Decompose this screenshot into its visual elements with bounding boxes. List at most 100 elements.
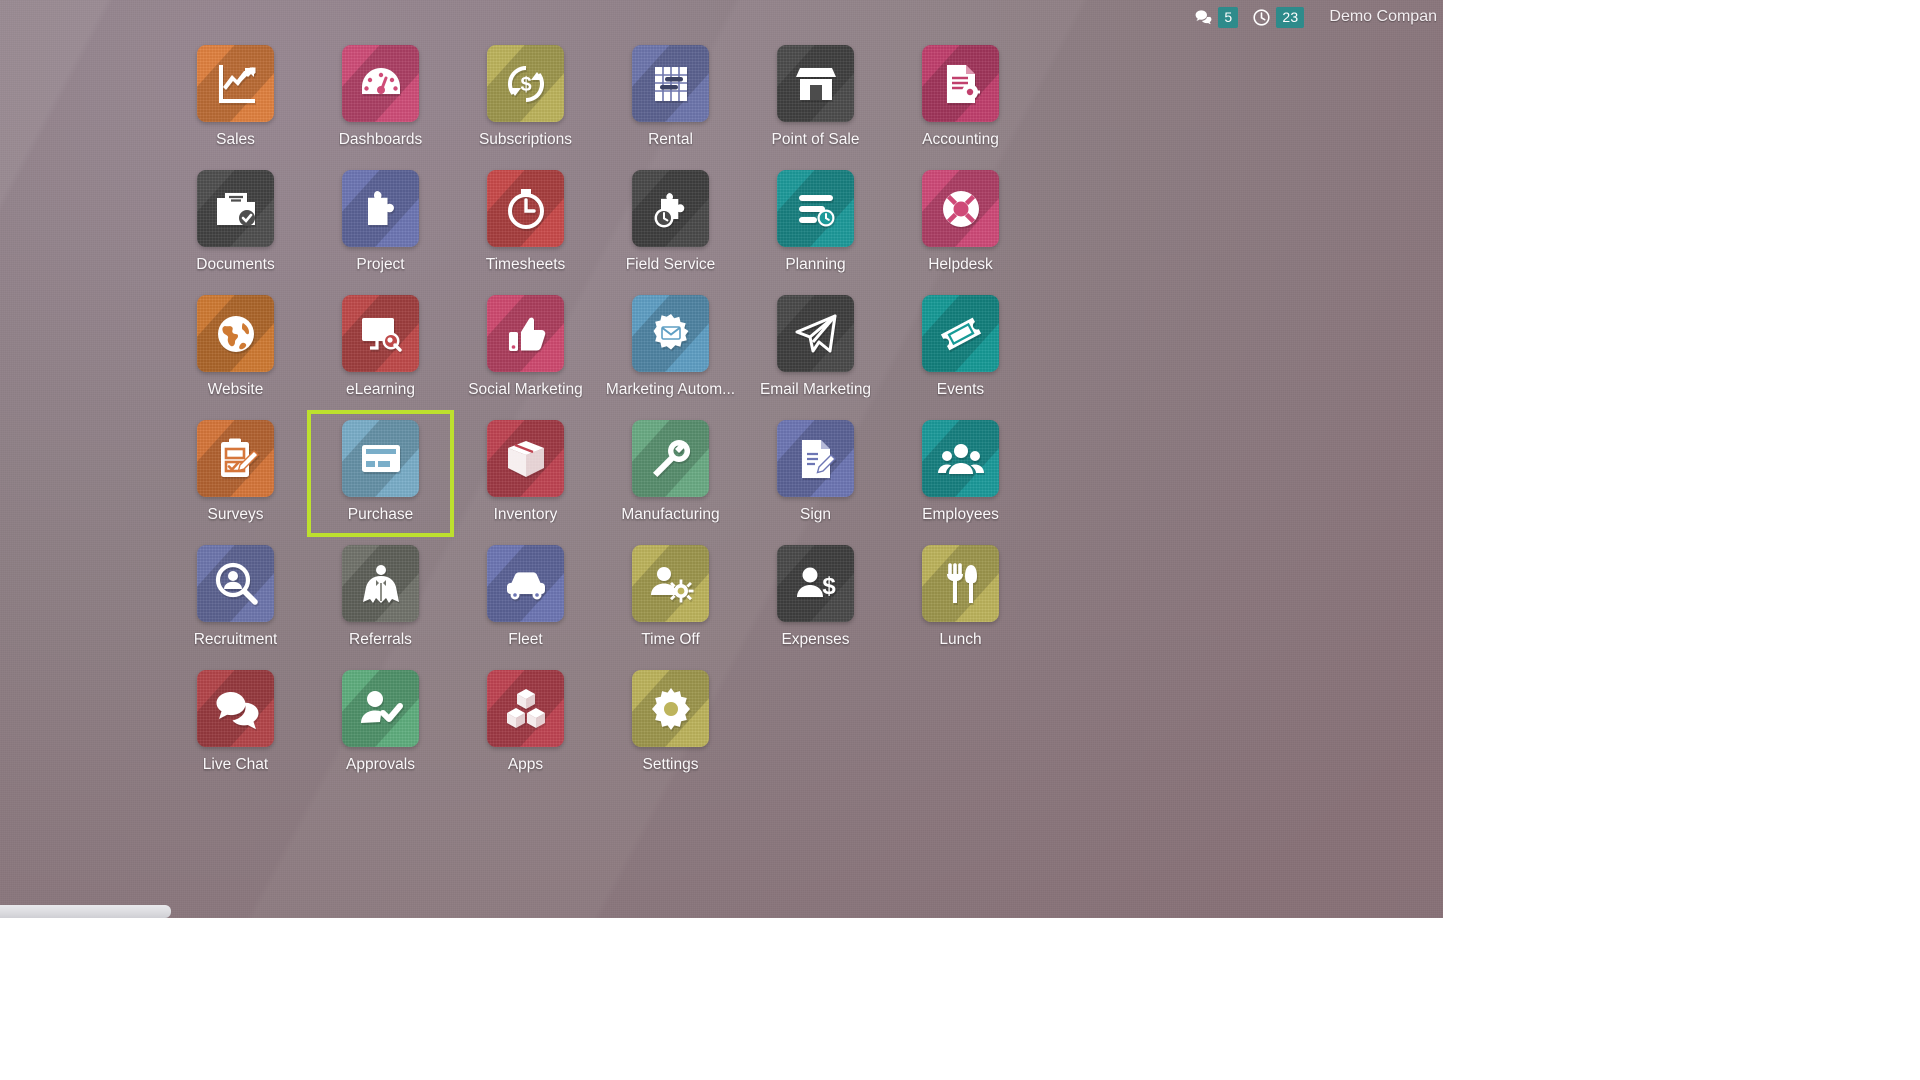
systray: 5 23 Demo Compan bbox=[1187, 0, 1443, 34]
app-label: Point of Sale bbox=[771, 131, 860, 148]
app-tile-subscriptions[interactable]: $ Subscriptions bbox=[453, 36, 598, 161]
app-tile-apps[interactable]: Apps bbox=[453, 661, 598, 786]
person-check-icon bbox=[342, 670, 419, 747]
credit-card-icon bbox=[342, 420, 419, 497]
app-tile-purchase[interactable]: Purchase bbox=[307, 410, 454, 537]
app-label: Subscriptions bbox=[478, 131, 573, 148]
puzzle-piece-icon bbox=[342, 170, 419, 247]
odoo-app-viewport: 5 23 Demo Compan Sales Dashboards $ Subscri… bbox=[0, 0, 1443, 918]
app-label: Project bbox=[356, 256, 405, 273]
app-tile-social-marketing[interactable]: Social Marketing bbox=[453, 286, 598, 411]
app-label: Recruitment bbox=[193, 631, 278, 648]
presentation-icon bbox=[342, 295, 419, 372]
app-tile-approvals[interactable]: Approvals bbox=[308, 661, 453, 786]
messages-count-badge: 5 bbox=[1218, 6, 1239, 28]
app-tile-rental[interactable]: Rental bbox=[598, 36, 743, 161]
app-tile-fleet[interactable]: Fleet bbox=[453, 536, 598, 661]
app-label: Apps bbox=[507, 756, 544, 773]
clock-icon bbox=[1252, 8, 1271, 27]
stopwatch-icon bbox=[487, 170, 564, 247]
app-tile-time-off[interactable]: Time Off bbox=[598, 536, 743, 661]
app-label: Email Marketing bbox=[759, 381, 872, 398]
paper-plane-icon bbox=[777, 295, 854, 372]
document-gear-icon bbox=[922, 45, 999, 122]
app-label: Timesheets bbox=[485, 256, 566, 273]
app-label: Dashboards bbox=[338, 131, 423, 148]
app-label: Live Chat bbox=[202, 756, 269, 773]
lifebuoy-icon bbox=[922, 170, 999, 247]
document-sign-icon bbox=[777, 420, 854, 497]
messages-menu[interactable]: 5 bbox=[1187, 0, 1245, 34]
app-tile-field-service[interactable]: Field Service bbox=[598, 161, 743, 286]
app-tile-employees[interactable]: Employees bbox=[888, 411, 1033, 536]
horizontal-scroll-thumb[interactable] bbox=[0, 905, 171, 918]
app-tile-project[interactable]: Project bbox=[308, 161, 453, 286]
ticket-icon bbox=[922, 295, 999, 372]
calendar-grid-icon bbox=[632, 45, 709, 122]
app-label: Rental bbox=[648, 131, 693, 148]
app-tile-dashboards[interactable]: Dashboards bbox=[308, 36, 453, 161]
people-group-icon bbox=[922, 420, 999, 497]
app-label: Referrals bbox=[349, 631, 412, 648]
app-tile-inventory[interactable]: Inventory bbox=[453, 411, 598, 536]
app-label: Events bbox=[936, 381, 985, 398]
gauge-icon bbox=[342, 45, 419, 122]
app-label: Sales bbox=[216, 131, 255, 148]
app-tile-manufacturing[interactable]: Manufacturing bbox=[598, 411, 743, 536]
horizontal-scrollbar[interactable] bbox=[0, 904, 1443, 918]
activities-menu[interactable]: 23 bbox=[1245, 0, 1311, 34]
app-label: Employees bbox=[922, 506, 999, 523]
app-label: Marketing Autom... bbox=[605, 381, 736, 398]
app-tile-timesheets[interactable]: Timesheets bbox=[453, 161, 598, 286]
app-tile-events[interactable]: Events bbox=[888, 286, 1033, 411]
app-tile-live-chat[interactable]: Live Chat bbox=[163, 661, 308, 786]
app-tile-referrals[interactable]: Referrals bbox=[308, 536, 453, 661]
app-label: eLearning bbox=[346, 381, 415, 398]
app-tile-lunch[interactable]: Lunch bbox=[888, 536, 1033, 661]
clipboard-pen-icon bbox=[197, 420, 274, 497]
fork-knife-icon bbox=[922, 545, 999, 622]
app-tile-surveys[interactable]: Surveys bbox=[163, 411, 308, 536]
app-tile-planning[interactable]: Planning bbox=[743, 161, 888, 286]
storefront-icon bbox=[777, 45, 854, 122]
app-label: Field Service bbox=[625, 256, 716, 273]
car-icon bbox=[487, 545, 564, 622]
globe-icon bbox=[197, 295, 274, 372]
app-tile-recruitment[interactable]: Recruitment bbox=[163, 536, 308, 661]
app-tile-elearning[interactable]: eLearning bbox=[308, 286, 453, 411]
app-tile-settings[interactable]: Settings bbox=[598, 661, 743, 786]
app-label: Surveys bbox=[207, 506, 264, 523]
app-label: Planning bbox=[785, 256, 846, 273]
puzzle-clock-icon bbox=[632, 170, 709, 247]
app-label: Time Off bbox=[641, 631, 700, 648]
app-label: Helpdesk bbox=[928, 256, 993, 273]
app-tile-sales[interactable]: Sales bbox=[163, 36, 308, 161]
gear-mail-icon bbox=[632, 295, 709, 372]
comments-icon bbox=[1194, 8, 1213, 27]
app-label: Manufacturing bbox=[621, 506, 720, 523]
app-tile-accounting[interactable]: Accounting bbox=[888, 36, 1033, 161]
activities-count-badge: 23 bbox=[1276, 6, 1305, 28]
company-switcher[interactable]: Demo Compan bbox=[1311, 8, 1443, 26]
app-label: Expenses bbox=[781, 631, 850, 648]
app-label: Website bbox=[207, 381, 264, 398]
app-label: Approvals bbox=[346, 756, 415, 773]
app-tile-website[interactable]: Website bbox=[163, 286, 308, 411]
app-label: Purchase bbox=[347, 506, 414, 523]
app-tile-point-of-sale[interactable]: Point of Sale bbox=[743, 36, 888, 161]
app-label: Settings bbox=[642, 756, 699, 773]
app-label: Social Marketing bbox=[468, 381, 583, 398]
app-label: Fleet bbox=[508, 631, 543, 648]
gear-icon bbox=[632, 670, 709, 747]
app-tile-email-marketing[interactable]: Email Marketing bbox=[743, 286, 888, 411]
app-tile-sign[interactable]: Sign bbox=[743, 411, 888, 536]
app-tile-documents[interactable]: Documents bbox=[163, 161, 308, 286]
svg-text:$: $ bbox=[520, 74, 531, 96]
app-label: Documents bbox=[196, 256, 275, 273]
app-tile-marketing-autom[interactable]: Marketing Autom... bbox=[598, 286, 743, 411]
app-tile-expenses[interactable]: $ Expenses bbox=[743, 536, 888, 661]
app-label: Accounting bbox=[922, 131, 999, 148]
person-sun-icon bbox=[632, 545, 709, 622]
app-tile-helpdesk[interactable]: Helpdesk bbox=[888, 161, 1033, 286]
app-grid: Sales Dashboards $ Subscriptions Rental Point… bbox=[163, 36, 1033, 786]
